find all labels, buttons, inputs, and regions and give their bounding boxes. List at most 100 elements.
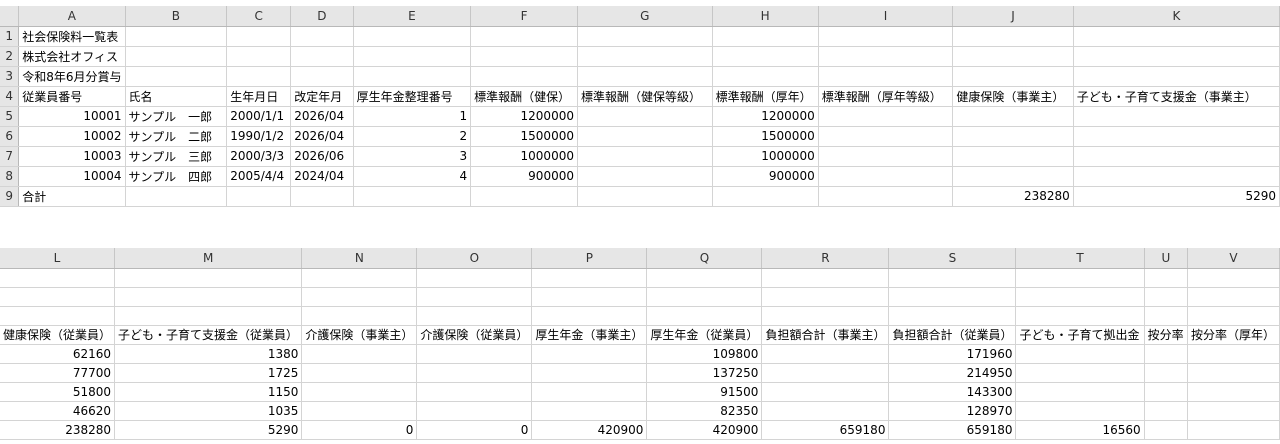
cell[interactable]	[818, 26, 954, 47]
column-header-r[interactable]: R	[761, 248, 890, 269]
cell[interactable]	[818, 66, 954, 87]
cell[interactable]: 10003	[18, 146, 126, 167]
cell[interactable]	[1015, 306, 1145, 326]
cell[interactable]	[1144, 363, 1189, 383]
column-header-u[interactable]: U	[1144, 248, 1189, 269]
cell[interactable]	[1015, 363, 1145, 383]
cell[interactable]	[0, 268, 116, 288]
cell[interactable]: 1035	[114, 401, 303, 421]
cell[interactable]: 1500000	[712, 126, 819, 147]
cell[interactable]	[353, 26, 472, 47]
cell[interactable]: 1	[353, 106, 472, 127]
cell[interactable]	[1144, 344, 1189, 364]
cell[interactable]	[125, 66, 228, 87]
cell[interactable]: 5290	[1073, 186, 1280, 207]
column-header-t[interactable]: T	[1015, 248, 1145, 269]
cell[interactable]: 按分率（厚年）	[1187, 325, 1280, 345]
cell[interactable]	[1073, 166, 1280, 187]
cell[interactable]: 1000000	[470, 146, 578, 167]
cell[interactable]	[888, 306, 1017, 326]
cell[interactable]: サンプル 二郎	[125, 126, 228, 147]
cell[interactable]	[1187, 420, 1280, 440]
cell[interactable]: 77700	[0, 363, 116, 383]
cell[interactable]	[290, 186, 354, 207]
cell[interactable]	[470, 66, 578, 87]
cell[interactable]: 健康保険（事業主）	[952, 86, 1074, 107]
cell[interactable]: 標準報酬（健保）	[470, 86, 578, 107]
cell[interactable]: 2026/04	[290, 126, 354, 147]
row-header[interactable]: 9	[0, 186, 20, 207]
cell[interactable]	[577, 66, 713, 87]
cell[interactable]: 1000000	[712, 146, 819, 167]
cell[interactable]	[416, 363, 533, 383]
cell[interactable]	[1144, 268, 1189, 288]
cell[interactable]	[761, 287, 890, 307]
cell[interactable]: 介護保険（従業員）	[416, 325, 533, 345]
row-header[interactable]: 3	[0, 66, 20, 87]
cell[interactable]: サンプル 一郎	[125, 106, 228, 127]
cell[interactable]	[1187, 401, 1280, 421]
cell[interactable]: 91500	[646, 382, 763, 402]
select-all-corner[interactable]	[0, 6, 20, 27]
cell[interactable]: 109800	[646, 344, 763, 364]
cell[interactable]: 2005/4/4	[226, 166, 292, 187]
cell[interactable]	[531, 306, 648, 326]
cell[interactable]	[301, 382, 418, 402]
cell[interactable]: 株式会社オフィス	[18, 46, 126, 67]
cell[interactable]	[290, 46, 354, 67]
cell[interactable]	[761, 382, 890, 402]
cell[interactable]: 46620	[0, 401, 116, 421]
cell[interactable]: 厚生年金整理番号	[353, 86, 472, 107]
cell[interactable]	[1073, 106, 1280, 127]
cell[interactable]	[761, 268, 890, 288]
cell[interactable]: 171960	[888, 344, 1017, 364]
cell[interactable]: 3	[353, 146, 472, 167]
cell[interactable]	[818, 166, 954, 187]
cell[interactable]: 標準報酬（健保等級）	[577, 86, 713, 107]
cell[interactable]: 子ども・子育て拠出金	[1015, 325, 1145, 345]
cell[interactable]: 介護保険（事業主）	[301, 325, 418, 345]
cell[interactable]	[577, 106, 713, 127]
cell[interactable]: 改定年月	[290, 86, 354, 107]
cell[interactable]	[818, 46, 954, 67]
cell[interactable]	[125, 46, 228, 67]
cell[interactable]: 4	[353, 166, 472, 187]
cell[interactable]	[301, 401, 418, 421]
cell[interactable]: 659180	[888, 420, 1017, 440]
column-header-h[interactable]: H	[712, 6, 819, 27]
column-header-n[interactable]: N	[301, 248, 418, 269]
cell[interactable]: 厚生年金（事業主）	[531, 325, 648, 345]
cell[interactable]: 659180	[761, 420, 890, 440]
row-header[interactable]: 7	[0, 146, 20, 167]
cell[interactable]: 10002	[18, 126, 126, 147]
cell[interactable]	[577, 166, 713, 187]
row-header[interactable]: 6	[0, 126, 20, 147]
cell[interactable]: 10001	[18, 106, 126, 127]
row-header[interactable]: 2	[0, 46, 20, 67]
cell[interactable]	[952, 166, 1074, 187]
cell[interactable]: 令和8年6月分賞与	[18, 66, 126, 87]
column-header-c[interactable]: C	[226, 6, 292, 27]
cell[interactable]	[301, 268, 418, 288]
cell[interactable]: 1990/1/2	[226, 126, 292, 147]
cell[interactable]	[888, 268, 1017, 288]
cell[interactable]	[818, 186, 954, 207]
cell[interactable]	[1187, 363, 1280, 383]
cell[interactable]	[114, 306, 303, 326]
cell[interactable]	[531, 287, 648, 307]
cell[interactable]: 0	[416, 420, 533, 440]
cell[interactable]	[416, 382, 533, 402]
cell[interactable]	[712, 46, 819, 67]
cell[interactable]: 負担額合計（従業員）	[888, 325, 1017, 345]
cell[interactable]	[1073, 146, 1280, 167]
cell[interactable]: 2026/04	[290, 106, 354, 127]
cell[interactable]	[712, 26, 819, 47]
row-header[interactable]: 4	[0, 86, 20, 107]
cell[interactable]	[577, 146, 713, 167]
cell[interactable]: 137250	[646, 363, 763, 383]
cell[interactable]: 2000/1/1	[226, 106, 292, 127]
row-header[interactable]: 1	[0, 26, 20, 47]
cell[interactable]: 143300	[888, 382, 1017, 402]
row-header[interactable]: 8	[0, 166, 20, 187]
cell[interactable]: 900000	[470, 166, 578, 187]
